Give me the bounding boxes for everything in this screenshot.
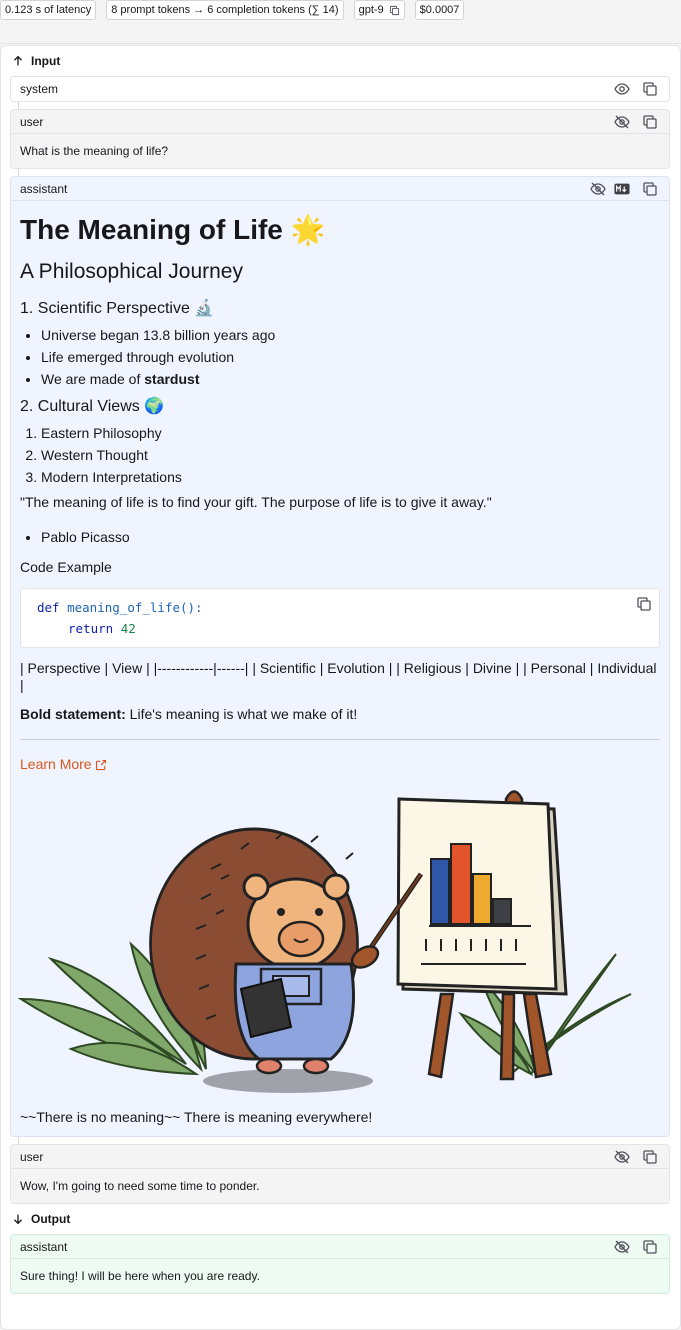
role-label: user [20,1149,44,1164]
eye-off-icon[interactable] [613,1148,631,1166]
list-item: Universe began 13.8 billion years ago [41,327,660,343]
message-header: user [11,1145,669,1169]
message-header: assistant [11,177,669,201]
markdown-body: The Meaning of Life 🌟 A Philosophical Jo… [11,213,669,1126]
copy-icon[interactable] [641,1238,659,1256]
message-text: Sure thing! I will be here when you are … [11,1259,669,1293]
role-label: assistant [20,1239,68,1254]
arrow-down-icon [14,1214,22,1225]
message-text: Wow, I'm going to need some time to pond… [11,1169,669,1203]
eye-off-icon[interactable] [589,180,607,198]
copy-icon[interactable] [641,113,659,131]
message-header: assistant [11,1235,669,1259]
latency-badge: 0.123 s of latency [0,0,97,20]
list-item: Eastern Philosophy [41,425,660,441]
connector-line [18,169,19,176]
horizontal-rule [20,739,660,740]
scientific-list: Universe began 13.8 billion years ago Li… [20,327,660,387]
output-message: assistant Sure thing! I will be here whe… [10,1234,670,1294]
divider [0,20,681,44]
list-item: Modern Interpretations [41,469,660,485]
external-link-icon [95,759,106,770]
copy-code-icon[interactable] [636,596,652,612]
md-h3-scientific: 1. Scientific Perspective 🔬 [20,300,215,317]
user-message: user Wow, I'm going to need some time to… [10,1144,670,1204]
connector-line [18,102,19,109]
list-item: Western Thought [41,447,660,463]
role-label: user [20,114,44,129]
hedgehog-illustration [17,790,632,1093]
model-badge[interactable]: gpt-9 [353,0,405,20]
list-item: We are made of stardust [41,371,660,387]
user-message: user What is the meaning of life? [10,109,670,169]
cultural-list: Eastern Philosophy Western Thought Moder… [20,425,660,485]
role-label: system [20,82,59,96]
message-text: What is the meaning of life? [11,134,669,168]
learn-more-link[interactable]: Learn More [20,756,107,773]
copy-icon[interactable] [641,1148,659,1166]
input-section-header[interactable]: Input [1,46,680,76]
md-h1: The Meaning of Life 🌟 [20,214,326,245]
eye-off-icon[interactable] [613,113,631,131]
stats-bar: 0.123 s of latency 8 prompt tokens → 6 c… [0,0,681,20]
code-label: Code Example [20,559,112,575]
tokens-badge: 8 prompt tokens → 6 completion tokens (∑… [106,0,344,20]
copy-icon[interactable] [641,80,659,98]
bold-statement: Bold statement: Life's meaning is what w… [20,706,358,722]
list-item: Pablo Picasso [41,529,660,545]
md-h3-cultural: 2. Cultural Views 🌍 [20,398,165,415]
message-header: system [11,77,669,101]
copy-icon[interactable] [641,180,659,198]
output-label: Output [31,1212,71,1226]
role-label: assistant [20,181,68,196]
eye-icon[interactable] [613,80,631,98]
markdown-icon[interactable] [613,180,631,198]
table-text: | Perspective | View | |------------|---… [20,660,657,693]
quote: "The meaning of life is to find your gif… [20,494,492,510]
system-message: system [10,76,670,102]
cost-badge: $0.0007 [414,0,465,20]
message-header: user [11,110,669,134]
eye-off-icon[interactable] [613,1238,631,1256]
arrow-up-icon [14,55,22,66]
output-section-header[interactable]: Output [1,1204,680,1234]
copy-icon[interactable] [389,5,400,16]
author-list: Pablo Picasso [20,529,660,545]
input-label: Input [31,54,61,68]
assistant-message: assistant The Meaning of Life 🌟 A Philos… [10,176,670,1137]
strike-text: ~~There is no meaning~~ There is meaning… [20,1109,373,1125]
code-block: def meaning_of_life(): return 42 [20,588,660,648]
trace-panel: Input system user What is the meaning of… [0,45,681,1330]
connector-line [18,1137,19,1144]
list-item: Life emerged through evolution [41,349,660,365]
md-h2: A Philosophical Journey [20,260,243,283]
